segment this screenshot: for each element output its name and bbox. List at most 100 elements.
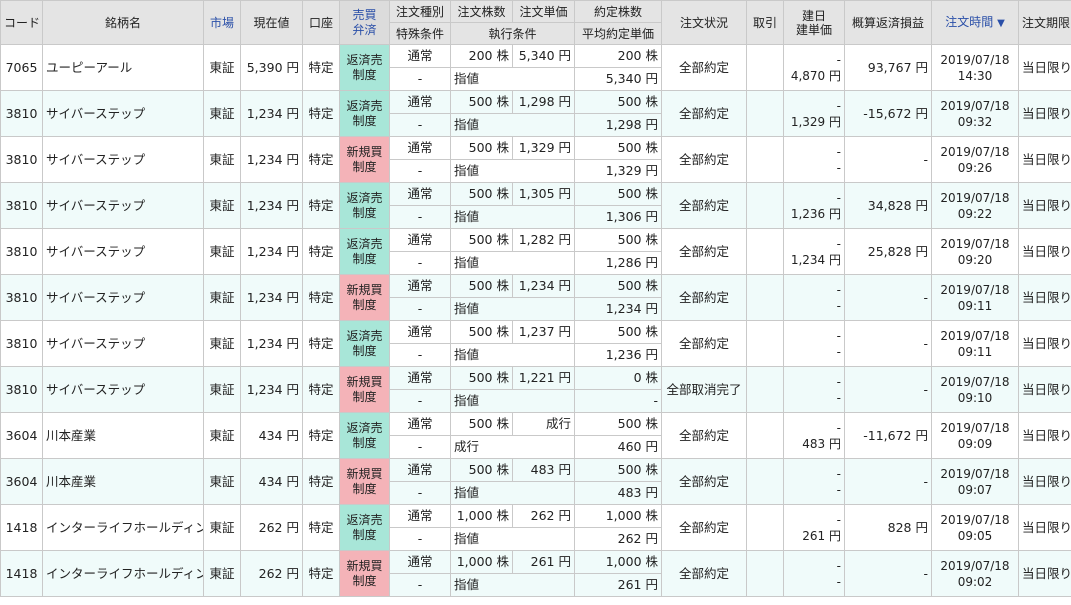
order-row[interactable]: 1418 インターライフホールディング 東証 262 円 特定 返済売 制度 通常… [0,504,1071,551]
cell-code: 3604 [0,412,43,459]
cell-side: 新規買 制度 [339,366,390,413]
cell-pnl: - [844,366,932,413]
cell-order-time: 2019/07/18 09:26 [931,136,1019,183]
sort-desc-icon: ▼ [997,17,1005,29]
cell-qty: 500 株 [450,182,513,206]
cell-exec: 指値 [450,573,575,597]
order-time: 09:09 [957,436,993,451]
cell-side: 返済売 制度 [339,320,390,367]
header-market[interactable]: 市場 [203,0,241,45]
cell-side: 新規買 制度 [339,458,390,505]
cell-account: 特定 [302,412,340,459]
header-order-time[interactable]: 注文時間 ▼ [931,0,1019,45]
order-time: 09:11 [957,344,993,359]
open-price: - [836,482,841,497]
cell-special: - [389,159,451,183]
cell-filled: 500 株 [574,228,662,252]
order-time: 09:07 [957,482,993,497]
cell-special: - [389,435,451,459]
order-time: 09:22 [957,206,993,221]
cell-code: 3810 [0,228,43,275]
cell-pnl: 93,767 円 [844,44,932,91]
side-kind-label: 制度 [352,113,377,128]
side-label: 新規買 [346,374,383,389]
cell-status: 全部約定 [661,504,747,551]
side-label: 返済売 [346,236,383,251]
side-kind-label: 制度 [352,343,377,358]
header-order-type: 注文種別 [389,0,451,23]
cell-open: -- [783,366,845,413]
open-price: 4,870 円 [790,68,841,83]
cell-open: -- [783,274,845,321]
cell-price: 1,234 円 [240,136,303,183]
cell-status: 全部約定 [661,136,747,183]
order-row[interactable]: 3604 川本産業 東証 434 円 特定 返済売 制度 通常 500 株 成行 … [0,412,1071,459]
order-row[interactable]: 3810 サイバーステップ 東証 1,234 円 特定 返済売 制度 通常 500… [0,90,1071,137]
cell-pnl: -15,672 円 [844,90,932,137]
header-trade: 取引 [746,0,784,45]
order-row[interactable]: 3604 川本産業 東証 434 円 特定 新規買 制度 通常 500 株 483… [0,458,1071,505]
order-row[interactable]: 1418 インターライフホールディング 東証 262 円 特定 新規買 制度 通常… [0,550,1071,597]
open-date: - [836,466,841,481]
order-row[interactable]: 3810 サイバーステップ 東証 1,234 円 特定 新規買 制度 通常 500… [0,366,1071,413]
side-kind-label: 制度 [352,251,377,266]
order-row[interactable]: 3810 サイバーステップ 東証 1,234 円 特定 返済売 制度 通常 500… [0,228,1071,275]
side-kind-label: 制度 [352,435,377,450]
cell-side: 新規買 制度 [339,136,390,183]
cell-order-type: 通常 [389,44,451,68]
header-filled-qty: 約定株数 [574,0,662,23]
cell-price: 5,390 円 [240,44,303,91]
cell-trade [746,90,784,137]
cell-special: - [389,527,451,551]
header-account: 口座 [302,0,340,45]
cell-market: 東証 [203,182,241,229]
cell-filled: 500 株 [574,90,662,114]
cell-special: - [389,251,451,275]
cell-order-time: 2019/07/18 09:32 [931,90,1019,137]
order-row[interactable]: 3810 サイバーステップ 東証 1,234 円 特定 新規買 制度 通常 500… [0,136,1071,183]
cell-trade [746,504,784,551]
header-open-line2: 建単価 [795,22,832,37]
cell-status: 全部約定 [661,274,747,321]
header-side[interactable]: 売買 弁済 [339,0,390,45]
order-row[interactable]: 3810 サイバーステップ 東証 1,234 円 特定 返済売 制度 通常 500… [0,182,1071,229]
cell-order-time: 2019/07/18 09:09 [931,412,1019,459]
cell-order-time: 2019/07/18 09:11 [931,320,1019,367]
cell-unit-price: 483 円 [512,458,575,482]
cell-market: 東証 [203,550,241,597]
cell-open: -261 円 [783,504,845,551]
cell-account: 特定 [302,550,340,597]
cell-market: 東証 [203,458,241,505]
cell-filled: 0 株 [574,366,662,390]
order-time: 09:05 [957,528,993,543]
cell-order-time: 2019/07/18 09:11 [931,274,1019,321]
open-date: - [836,282,841,297]
order-row[interactable]: 3810 サイバーステップ 東証 1,234 円 特定 返済売 制度 通常 500… [0,320,1071,367]
cell-name: インターライフホールディング [42,504,204,551]
cell-price: 1,234 円 [240,320,303,367]
cell-order-time: 2019/07/18 09:22 [931,182,1019,229]
order-row[interactable]: 7065 ユーピーアール 東証 5,390 円 特定 返済売 制度 通常 200 … [0,44,1071,91]
cell-unit-price: 5,340 円 [512,44,575,68]
cell-open: -1,329 円 [783,90,845,137]
cell-account: 特定 [302,274,340,321]
cell-unit-price: 1,298 円 [512,90,575,114]
header-special: 特殊条件 [389,22,451,45]
header-code: コード [0,0,43,45]
order-time: 09:32 [957,114,993,129]
cell-account: 特定 [302,136,340,183]
order-time: 09:26 [957,160,993,175]
order-row[interactable]: 3810 サイバーステップ 東証 1,234 円 特定 新規買 制度 通常 500… [0,274,1071,321]
cell-expiry: 当日限り [1018,182,1071,229]
cell-pnl: - [844,550,932,597]
order-date: 2019/07/18 [940,420,1010,435]
cell-account: 特定 [302,458,340,505]
cell-side: 返済売 制度 [339,504,390,551]
cell-avg: 483 円 [574,481,662,505]
cell-avg: 460 円 [574,435,662,459]
open-date: - [836,98,841,113]
cell-exec: 指値 [450,205,575,229]
cell-name: ユーピーアール [42,44,204,91]
cell-open: -483 円 [783,412,845,459]
cell-code: 1418 [0,550,43,597]
